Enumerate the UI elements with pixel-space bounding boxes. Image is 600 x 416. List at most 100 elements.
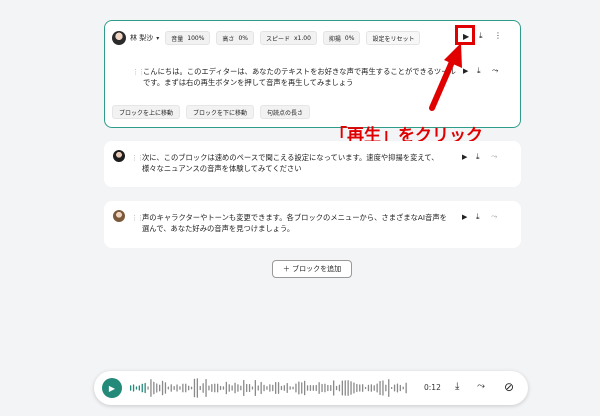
block-text-line[interactable]: 声のキャラクターやトーンも変更できます。各ブロックのメニューから、さまざまなAI… [142, 212, 447, 223]
waveform-bar [353, 382, 355, 394]
block-text-line[interactable]: こんにちは。このエディターは、あなたのテキストをお好きな声で再生することができる… [143, 66, 456, 77]
waveform-bar [182, 383, 184, 393]
add-block-button[interactable]: ＋ ブロックを追加 [272, 260, 352, 278]
play-icon[interactable]: ▶ [463, 68, 468, 75]
waveform-bar [237, 384, 239, 392]
more-vertical-icon[interactable]: ⋮ [494, 32, 502, 40]
text-block[interactable]: ⋮⋮ 声のキャラクターやトーンも変更できます。各ブロックのメニューから、さまざま… [104, 201, 521, 248]
waveform-bar [292, 386, 294, 390]
waveform-bar [251, 386, 254, 390]
waveform-bar [222, 386, 225, 390]
waveform-bar [301, 382, 303, 394]
pitch-chip[interactable]: 高さ 0% [216, 31, 254, 45]
waveform-edit-icon[interactable]: ⤳ [491, 153, 497, 161]
waveform-bar [228, 384, 230, 392]
waveform-bar [376, 383, 378, 393]
download-icon[interactable]: ⤓ [476, 213, 480, 221]
speaker-name[interactable]: 林 梨沙 [130, 33, 153, 43]
waveform-edit-icon[interactable]: ⤳ [491, 213, 497, 221]
waveform-bar [132, 384, 135, 392]
waveform-edit-icon[interactable]: ⤳ [492, 67, 498, 75]
waveform-bar [202, 383, 204, 393]
waveform-bar [159, 384, 161, 392]
waveform-bar [269, 384, 271, 392]
punctuation-length-button[interactable]: 句読点の長さ [260, 105, 311, 119]
waveform-bar [362, 384, 364, 392]
waveform-bar [286, 382, 288, 394]
waveform-bar [161, 380, 164, 396]
waveform-bar [193, 378, 196, 398]
play-icon[interactable]: ▶ [462, 154, 467, 161]
waveform-bar [199, 385, 201, 391]
move-down-button[interactable]: ブロックを下に移動 [186, 105, 255, 119]
waveform-bar [306, 385, 309, 391]
block-text-line[interactable]: です。まずは右の再生ボタンを押して音声を再生してみましょう [143, 77, 353, 88]
waveform-edit-icon[interactable]: ⤳ [477, 382, 485, 392]
block-text-line[interactable]: 様々なニュアンスの音声を体験してみてください [142, 163, 302, 174]
waveform-bar [266, 386, 268, 390]
download-icon[interactable]: ⤓ [455, 382, 459, 392]
play-highlight-box [455, 25, 475, 45]
reset-settings-button[interactable]: 設定をリセット [366, 31, 421, 45]
waveform-bar [179, 386, 181, 390]
waveform-bar [318, 382, 320, 394]
waveform-bar [219, 385, 222, 391]
waveform-bar [176, 384, 178, 392]
waveform-bar [170, 384, 172, 392]
download-icon[interactable]: ⤓ [477, 67, 481, 75]
speaker-avatar[interactable] [113, 210, 125, 222]
waveform-bar [225, 381, 227, 395]
volume-chip[interactable]: 音量 100% [165, 31, 211, 45]
playback-time: 0:12 [424, 383, 441, 392]
block-text-line[interactable]: 選んで、あなた好みの音声を見つけましょう。 [142, 223, 294, 234]
waveform-bar [289, 386, 291, 390]
block-text-line[interactable]: 次に、このブロックは速めのペースで聞こえる設定になっています。速度や抑揚を変えて… [142, 152, 439, 163]
move-up-button[interactable]: ブロックを上に移動 [112, 105, 181, 119]
waveform[interactable] [128, 375, 408, 401]
waveform-bar [388, 379, 390, 397]
waveform-bar [356, 383, 358, 393]
waveform-bar [396, 383, 399, 393]
download-icon[interactable]: ⤓ [476, 153, 480, 161]
waveform-bar [246, 383, 248, 393]
waveform-bar [364, 386, 367, 390]
waveform-bar [350, 381, 352, 395]
waveform-bar [150, 379, 152, 397]
speaker-avatar[interactable] [113, 150, 125, 162]
stop-circle-icon[interactable]: ⊘ [504, 381, 514, 393]
waveform-bar [234, 382, 236, 394]
waveform-bar [211, 384, 213, 392]
intonation-chip[interactable]: 抑揚 0% [322, 31, 361, 45]
play-button[interactable]: ▶ [102, 378, 122, 398]
waveform-bar [167, 386, 169, 390]
waveform-bar [391, 386, 393, 390]
download-icon[interactable]: ⤓ [479, 32, 483, 40]
waveform-bar [147, 386, 149, 390]
play-icon[interactable]: ▶ [462, 214, 467, 221]
waveform-bar [208, 385, 210, 391]
waveform-bar [309, 385, 312, 391]
waveform-bar [379, 380, 381, 396]
waveform-bar [321, 383, 323, 393]
waveform-bar [138, 385, 140, 391]
waveform-bar [367, 384, 370, 392]
waveform-bar [156, 383, 158, 393]
text-block[interactable]: ⋮⋮ 次に、このブロックは速めのペースで聞こえる設定になっています。速度や抑揚を… [104, 141, 521, 187]
audio-player: ▶ 0:12 ⤓ ⤳ ⊘ [94, 371, 528, 405]
waveform-bar [370, 384, 372, 392]
waveform-bar [135, 386, 138, 390]
waveform-bar [243, 380, 245, 396]
speed-chip[interactable]: スピード x1.00 [259, 31, 317, 45]
waveform-bar [385, 384, 387, 392]
waveform-bar [130, 385, 132, 391]
waveform-bar [248, 383, 251, 393]
waveform-bar [217, 383, 219, 393]
waveform-bar [283, 385, 285, 391]
waveform-bar [344, 380, 346, 396]
waveform-bar [341, 380, 343, 396]
speaker-avatar[interactable] [112, 31, 126, 45]
chevron-down-icon[interactable]: ▾ [156, 35, 159, 42]
waveform-bar [254, 379, 256, 397]
waveform-bar [373, 385, 375, 391]
waveform-bar [231, 385, 233, 391]
